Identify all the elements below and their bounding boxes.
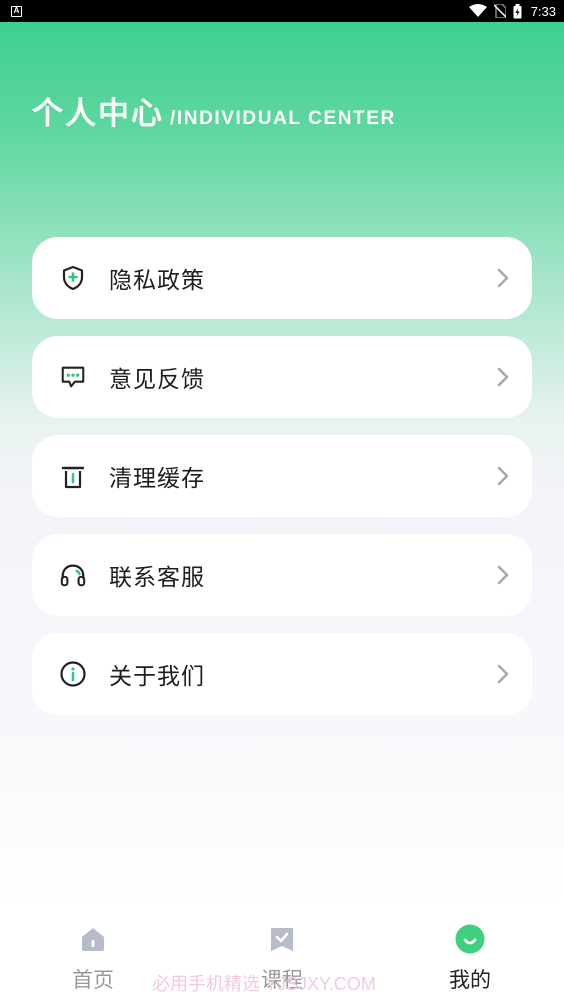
message-dots-icon (59, 363, 87, 391)
menu-item-privacy-policy[interactable]: 隐私政策 (32, 237, 532, 319)
menu-label: 意见反馈 (109, 367, 205, 393)
menu-label: 联系客服 (109, 565, 205, 591)
menu-item-about-us[interactable]: 关于我们 (32, 633, 532, 715)
chevron-right-icon (496, 465, 510, 487)
watermark-text: 必用手机精选 YJSJXY.COM (152, 974, 376, 994)
status-bar: A 7:33 (0, 0, 564, 22)
tab-label: 我的 (449, 968, 491, 992)
shield-plus-icon (59, 264, 87, 292)
home-icon (78, 924, 108, 954)
chevron-right-icon (496, 663, 510, 685)
menu-item-customer-service[interactable]: 联系客服 (32, 534, 532, 616)
menu-label: 关于我们 (109, 664, 205, 690)
page-title: 个人中心 (32, 96, 164, 132)
chevron-right-icon (496, 366, 510, 388)
page-header: 个人中心 /INDIVIDUAL CENTER (32, 88, 396, 133)
app-notification-icon: A (11, 5, 22, 17)
page-subtitle: /INDIVIDUAL CENTER (170, 108, 396, 129)
wifi-icon (468, 4, 487, 17)
menu-label: 清理缓存 (109, 466, 205, 492)
chevron-right-icon (496, 267, 510, 289)
battery-icon (513, 3, 522, 18)
smile-icon (455, 924, 485, 954)
personal-center-page: 个人中心 /INDIVIDUAL CENTER 隐私政策 意见反馈 清理缓存 联… (0, 22, 564, 908)
menu-label: 隐私政策 (109, 268, 205, 294)
status-time: 7:33 (530, 3, 556, 19)
menu-item-feedback[interactable]: 意见反馈 (32, 336, 532, 418)
chevron-right-icon (496, 564, 510, 586)
no-sim-icon (493, 4, 506, 18)
info-circle-icon (59, 660, 87, 688)
tab-mine[interactable]: 我的 (430, 924, 510, 994)
menu-item-clear-cache[interactable]: 清理缓存 (32, 435, 532, 517)
tab-home[interactable]: 首页 (53, 924, 133, 994)
headset-icon (59, 561, 87, 589)
tab-label: 首页 (72, 968, 114, 992)
trash-icon (59, 462, 87, 490)
course-check-icon (267, 924, 297, 954)
